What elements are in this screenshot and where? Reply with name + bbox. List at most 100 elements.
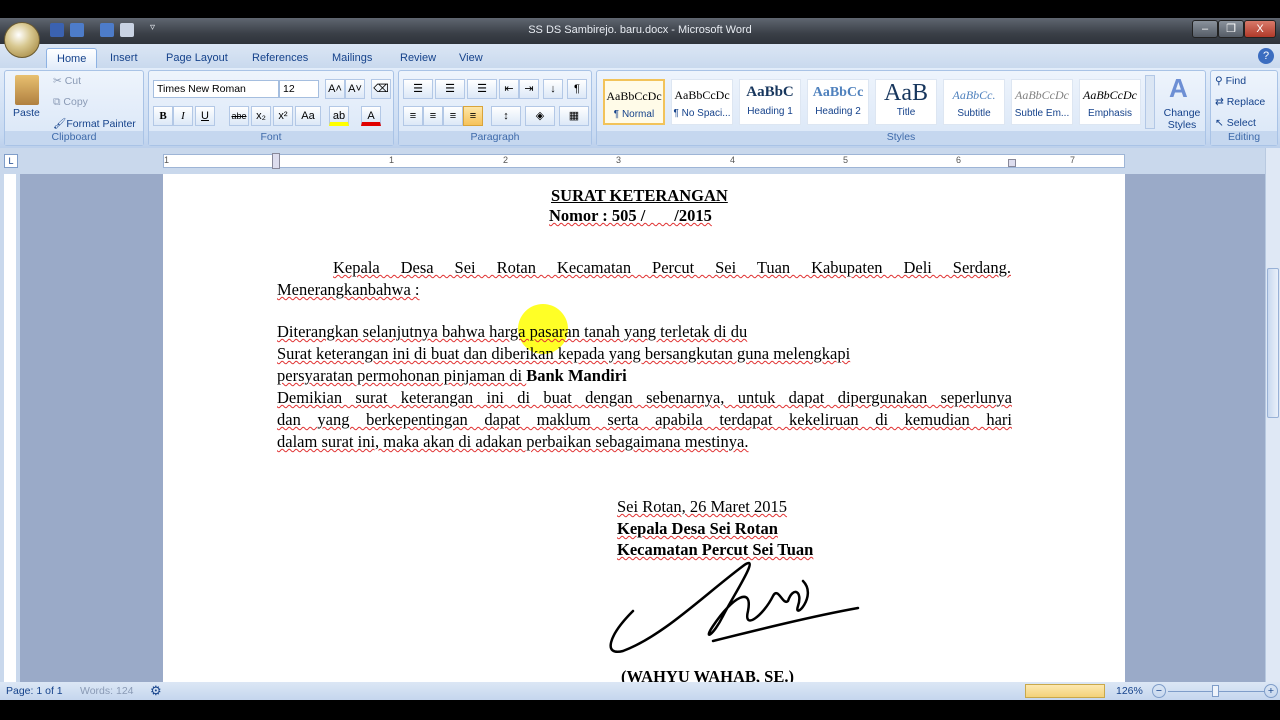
word-count[interactable]: Words: 124	[80, 685, 134, 697]
signer-title-1: Kepala Desa Sei Rotan	[617, 519, 778, 538]
style-preview: AaBbC	[746, 84, 794, 100]
ruler-tick: 5	[843, 155, 849, 165]
binoculars-icon: ⚲	[1215, 75, 1226, 87]
tab-selector[interactable]: L	[4, 154, 18, 168]
vertical-scrollbar[interactable]	[1265, 148, 1280, 682]
bold-button[interactable]: B	[153, 106, 173, 126]
superscript-button[interactable]: x²	[273, 106, 293, 126]
zoom-out-button[interactable]: −	[1152, 684, 1166, 698]
vertical-ruler[interactable]	[0, 174, 20, 682]
office-button[interactable]	[4, 22, 40, 58]
document-page[interactable]: SURAT KETERANGAN Nomor : 505 / /2015 Kep…	[163, 174, 1125, 686]
zoom-level[interactable]: 126%	[1116, 685, 1143, 697]
select-button[interactable]: ↖ Select	[1215, 117, 1256, 129]
tab-view[interactable]: View	[449, 48, 493, 68]
decrease-indent-button[interactable]: ⇤	[499, 79, 519, 99]
font-name-combo[interactable]: Times New Roman	[153, 80, 279, 98]
justify-button[interactable]: ≡	[463, 106, 483, 126]
horizontal-ruler[interactable]: 1 1 2 3 4 5 6 7	[163, 153, 1125, 169]
line-spacing-button[interactable]: ↕	[491, 106, 521, 126]
numbering-button[interactable]: ☰	[435, 79, 465, 99]
close-button[interactable]: X	[1244, 20, 1276, 38]
help-icon[interactable]: ?	[1258, 48, 1274, 64]
style-emphasis[interactable]: AaBbCcDc Emphasis	[1079, 79, 1141, 125]
style-heading-1[interactable]: AaBbC Heading 1	[739, 79, 801, 125]
subscript-button[interactable]: x₂	[251, 106, 271, 126]
find-label: Find	[1225, 75, 1247, 87]
show-formatting-button[interactable]: ¶	[567, 79, 587, 99]
shrink-font-button[interactable]: A˅	[345, 79, 365, 99]
italic-button[interactable]: I	[173, 106, 193, 126]
tab-references[interactable]: References	[242, 48, 318, 68]
shading-button[interactable]: ◈	[525, 106, 555, 126]
tab-review[interactable]: Review	[390, 48, 446, 68]
scrollbar-thumb[interactable]	[1267, 268, 1279, 418]
style-normal[interactable]: AaBbCcDc ¶ Normal	[603, 79, 665, 125]
highlight-button[interactable]: ab	[329, 106, 349, 126]
tab-page-layout[interactable]: Page Layout	[156, 48, 238, 68]
font-color-button[interactable]: A	[361, 106, 381, 126]
style-name: Emphasis	[1088, 108, 1132, 119]
copy-button[interactable]: ⧉ Copy	[53, 96, 88, 109]
proofing-icon[interactable]: ⚙	[150, 683, 162, 699]
increase-indent-button[interactable]: ⇥	[519, 79, 539, 99]
font-size-combo[interactable]: 12	[279, 80, 319, 98]
style-subtle-emphasis[interactable]: AaBbCcDc Subtle Em...	[1011, 79, 1073, 125]
tab-insert[interactable]: Insert	[100, 48, 148, 68]
zoom-slider-thumb[interactable]	[1212, 685, 1219, 697]
style-name: Heading 1	[747, 106, 793, 117]
tab-home[interactable]: Home	[46, 48, 98, 68]
multilevel-list-button[interactable]: ☰	[467, 79, 497, 99]
ruler-tick: 3	[616, 155, 622, 165]
page-count[interactable]: Page: 1 of 1	[6, 685, 63, 697]
strikethrough-button[interactable]: abe	[229, 106, 249, 126]
grow-font-button[interactable]: A˄	[325, 79, 345, 99]
editing-label: Editing	[1211, 131, 1277, 145]
signature-image	[609, 562, 860, 654]
style-heading-2[interactable]: AaBbCc Heading 2	[807, 79, 869, 125]
align-center-button[interactable]: ≡	[423, 106, 443, 126]
style-name: Title	[896, 107, 916, 118]
style-preview: AaBbCc	[812, 85, 864, 100]
paragraph-line: Surat keterangan ini di buat dan diberik…	[277, 344, 851, 363]
format-painter-button[interactable]: 🖌Format Painter	[53, 117, 136, 130]
styles-scrollbar[interactable]	[1145, 75, 1155, 129]
style-subtitle[interactable]: AaBbCc. Subtitle	[943, 79, 1005, 125]
paragraph-line: dan yang berkepentingan dapat maklum ser…	[277, 410, 1012, 429]
ruler-tick: 7	[1070, 155, 1076, 165]
align-left-button[interactable]: ≡	[403, 106, 423, 126]
right-indent-marker[interactable]	[1008, 159, 1016, 167]
minimize-button[interactable]: –	[1192, 20, 1218, 38]
format-painter-label: Format Painter	[66, 118, 136, 130]
brush-icon: 🖌	[53, 118, 67, 130]
indent-marker[interactable]	[272, 153, 280, 169]
copy-label: Copy	[63, 96, 88, 108]
ruler-tick: 2	[503, 155, 509, 165]
clear-formatting-button[interactable]: ⌫	[371, 79, 391, 99]
zoom-in-button[interactable]: +	[1264, 684, 1278, 698]
change-case-button[interactable]: Aa	[295, 106, 321, 126]
bullets-button[interactable]: ☰	[403, 79, 433, 99]
ribbon: Paste ✂ Cut ⧉ Copy 🖌Format Painter Clipb…	[0, 68, 1280, 148]
cut-label: Cut	[64, 75, 82, 87]
replace-button[interactable]: ⇄ Replace	[1215, 96, 1265, 108]
cut-button[interactable]: ✂ Cut	[53, 75, 81, 87]
ruler-tick: 1	[164, 155, 170, 165]
paste-button[interactable]: Paste	[13, 107, 40, 119]
style-title[interactable]: AaB Title	[875, 79, 937, 125]
window-title: SS DS Sambirejo. baru.docx - Microsoft W…	[528, 24, 752, 36]
find-button[interactable]: ⚲ Find	[1215, 75, 1246, 87]
restore-button[interactable]: ❐	[1218, 20, 1244, 38]
borders-button[interactable]: ▦	[559, 106, 589, 126]
change-styles-button[interactable]: Change Styles	[1160, 107, 1204, 131]
style-no-spacing[interactable]: AaBbCcDc ¶ No Spaci...	[671, 79, 733, 125]
underline-button[interactable]: U	[195, 106, 215, 126]
sort-button[interactable]: ↓	[543, 79, 563, 99]
place-date: Sei Rotan, 26 Maret 2015	[617, 497, 788, 516]
font-group: Times New Roman 12 A˄ A˅ ⌫ B I U abe x₂ …	[148, 70, 394, 146]
view-buttons[interactable]	[1025, 684, 1105, 698]
tab-mailings[interactable]: Mailings	[322, 48, 382, 68]
paragraph-group: ☰ ☰ ☰ ⇤ ⇥ ↓ ¶ ≡ ≡ ≡ ≡ ↕ ◈ ▦ Paragraph	[398, 70, 592, 146]
paragraph-label: Paragraph	[399, 131, 591, 145]
align-right-button[interactable]: ≡	[443, 106, 463, 126]
